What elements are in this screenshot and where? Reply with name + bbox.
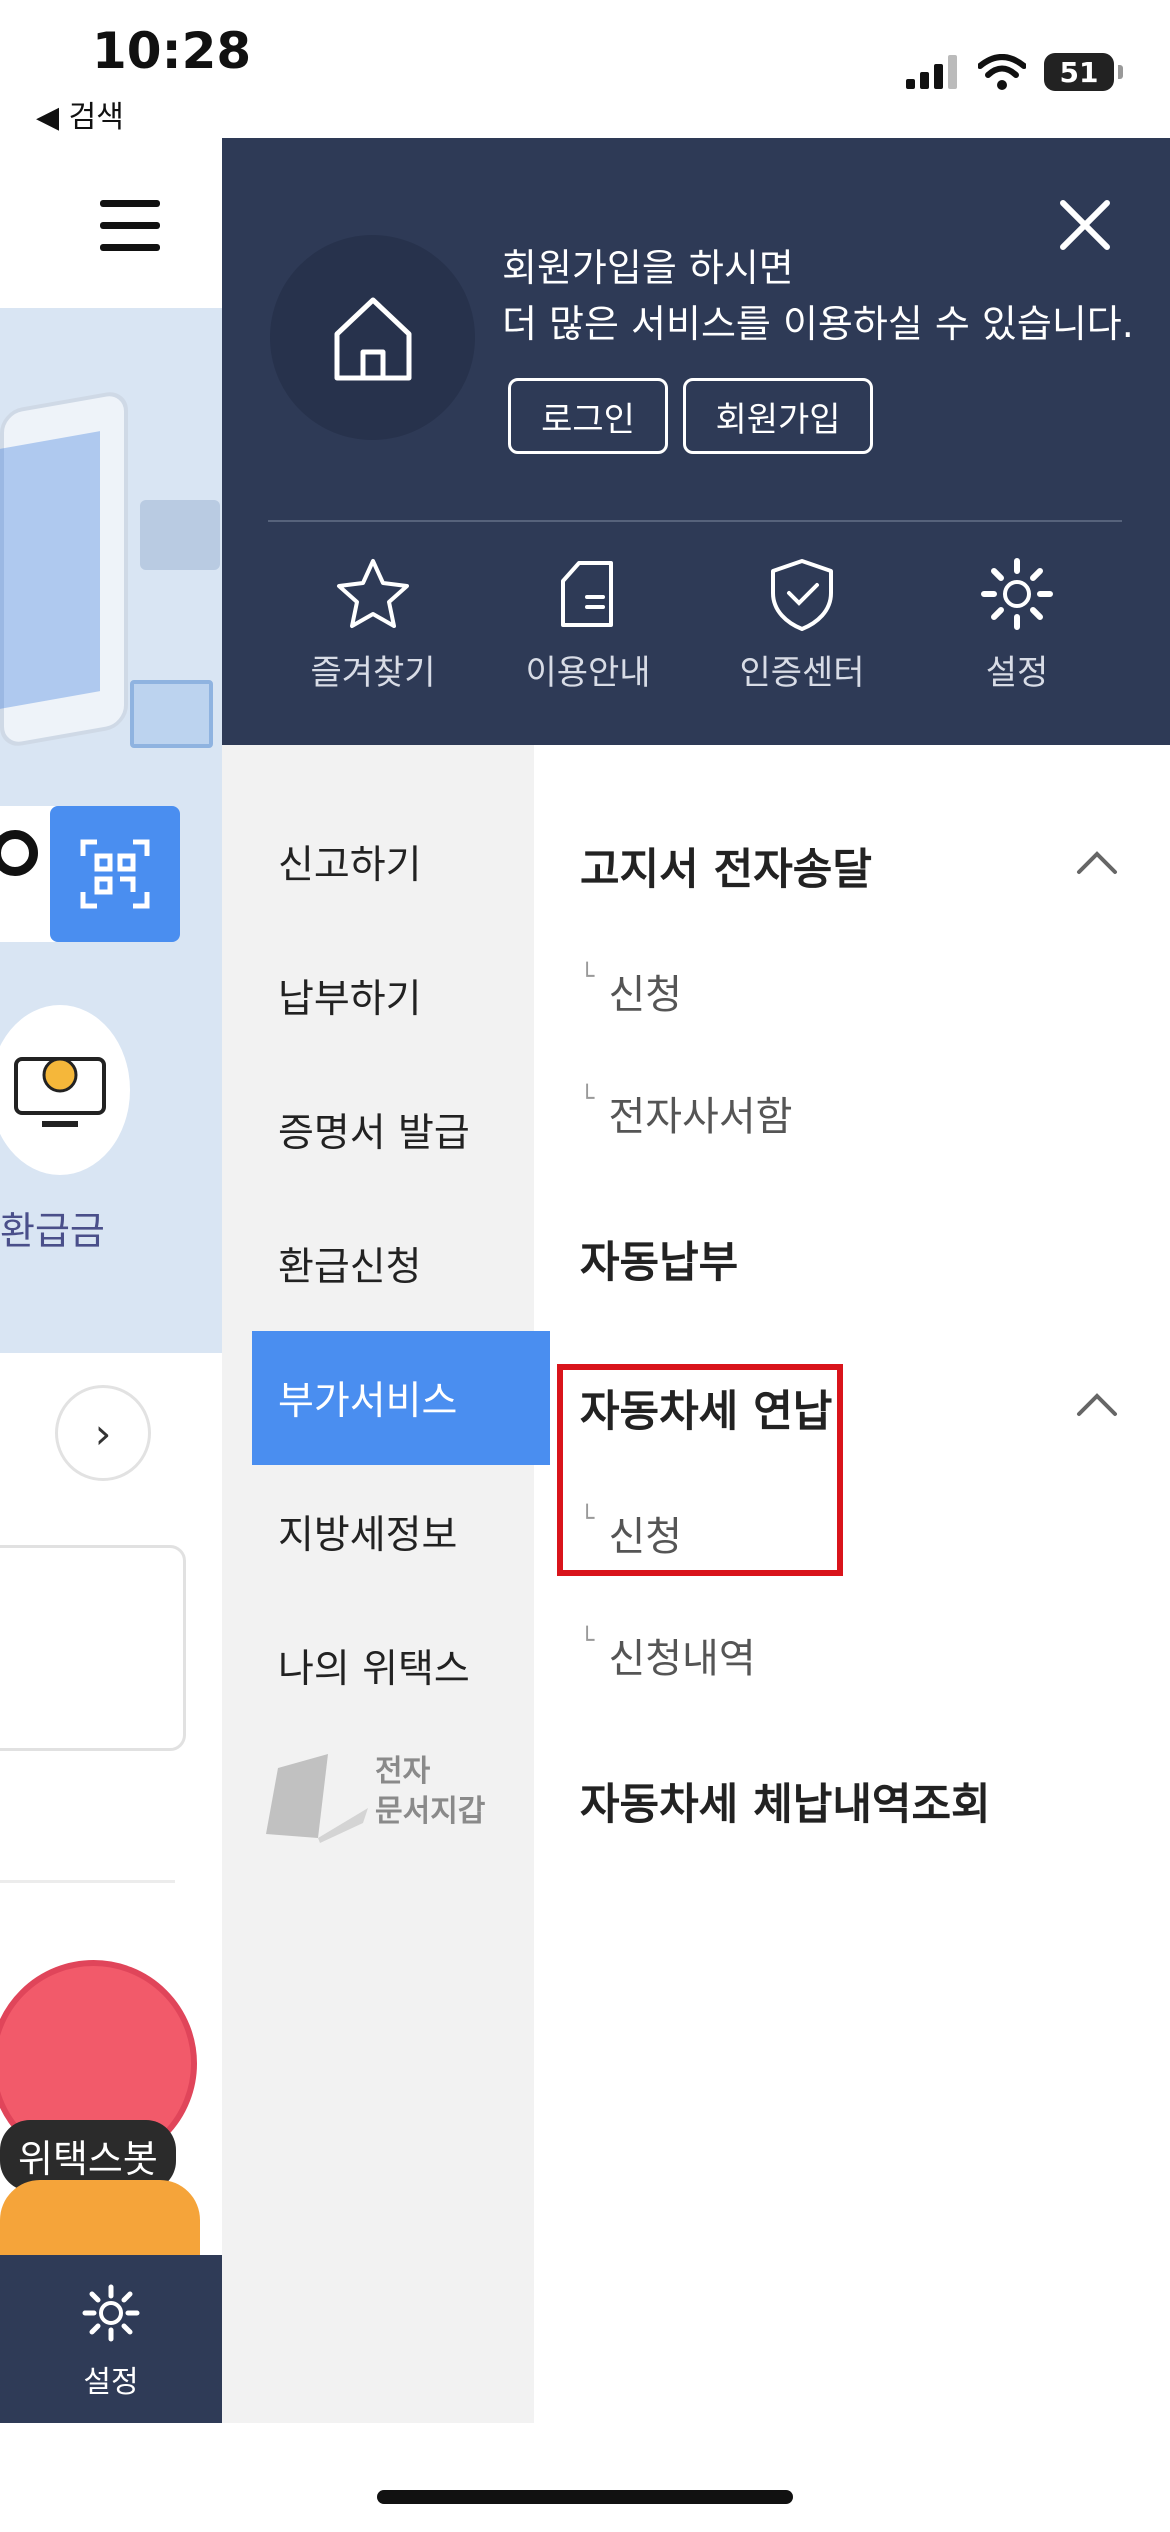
join-message-line1: 회원가입을 하시면 [502, 246, 794, 290]
sub-item-label: 신청내역 [608, 1636, 756, 1682]
category-report[interactable]: 신고하기 [252, 795, 550, 929]
shield-check-icon [771, 559, 833, 631]
category-my-wetax[interactable]: 나의 위택스 [252, 1599, 550, 1733]
category-refund[interactable]: 환급신청 [252, 1197, 550, 1331]
qr-code-icon [80, 839, 150, 909]
home-icon [334, 297, 411, 380]
wallet-label-line2: 문서지갑 [375, 1794, 486, 1829]
background-divider [0, 1880, 175, 1883]
star-icon [337, 559, 409, 628]
sub-item-label: 신청 [608, 972, 683, 1018]
quick-link-label: 인증센터 [739, 653, 865, 693]
wifi-icon [978, 54, 1026, 90]
status-time: 10:28 [92, 22, 252, 80]
join-message-line2: 더 많은 서비스를 이용하실 수 있습니다. [502, 302, 1134, 346]
chevron-up-icon[interactable] [1075, 840, 1119, 884]
qr-scan-button[interactable] [50, 806, 180, 942]
category-certificate[interactable]: 증명서 발급 [252, 1063, 550, 1197]
quick-link-guide[interactable]: 이용안내 [513, 555, 663, 694]
chevron-up-icon[interactable] [1075, 1382, 1119, 1426]
home-button[interactable] [270, 235, 475, 440]
wallet-label-line1: 전자 [375, 1754, 431, 1789]
highlight-box [557, 1364, 843, 1576]
section-car-tax-arrears[interactable]: 자동차세 체납내역조회 [580, 1770, 991, 1832]
battery-indicator: 51 [1044, 53, 1123, 91]
orange-mascot-image [0, 2180, 200, 2260]
refund-label: 환급금 [0, 1209, 105, 1253]
document-icon [561, 561, 613, 627]
car-tax-history[interactable]: └ 신청내역 [580, 1626, 756, 1684]
bank-building-illustration [140, 500, 220, 570]
monitor-illustration [130, 680, 213, 748]
background-card [0, 1545, 186, 1751]
e-notice-apply[interactable]: └ 신청 [580, 962, 682, 1020]
hamburger-menu-icon[interactable] [100, 200, 160, 266]
bottom-settings-label: 설정 [83, 2365, 139, 2400]
quick-link-label: 즐겨찾기 [310, 653, 436, 693]
phone-screen-illustration [0, 431, 100, 709]
gear-icon [82, 2284, 140, 2342]
join-message: 회원가입을 하시면 더 많은 서비스를 이용하실 수 있습니다. [502, 240, 1134, 352]
e-notice-mailbox[interactable]: └ 전자사서함 [580, 1084, 792, 1142]
category-payment[interactable]: 납부하기 [252, 929, 550, 1063]
category-local-tax-info[interactable]: 지방세정보 [252, 1465, 550, 1599]
gear-icon [981, 558, 1053, 630]
bottom-settings-button[interactable]: 설정 [0, 2255, 222, 2423]
section-auto-payment[interactable]: 자동납부 [580, 1228, 738, 1290]
chevron-right-icon[interactable]: › [55, 1385, 151, 1481]
quick-link-label: 이용안내 [525, 653, 651, 693]
quick-link-favorites[interactable]: 즐겨찾기 [298, 555, 448, 694]
home-indicator[interactable] [377, 2490, 793, 2504]
login-button[interactable]: 로그인 [508, 378, 668, 454]
sub-item-label: 전자사서함 [608, 1094, 793, 1140]
quick-link-label: 설정 [985, 653, 1049, 693]
back-to-search-link[interactable]: ◀ 검색 [36, 92, 124, 136]
monitor-won-icon [14, 1057, 106, 1127]
drawer-divider [268, 520, 1122, 522]
signal-icon [906, 55, 957, 89]
status-icons: 51 [906, 50, 1123, 94]
quick-link-cert-center[interactable]: 인증센터 [727, 555, 877, 694]
quick-link-settings[interactable]: 설정 [942, 555, 1092, 694]
document-wallet-label[interactable]: 전자 문서지갑 [375, 1752, 485, 1832]
signup-button[interactable]: 회원가입 [683, 378, 873, 454]
section-e-notice[interactable]: 고지서 전자송달 [580, 835, 872, 897]
category-additional-services[interactable]: 부가서비스 [252, 1331, 550, 1465]
